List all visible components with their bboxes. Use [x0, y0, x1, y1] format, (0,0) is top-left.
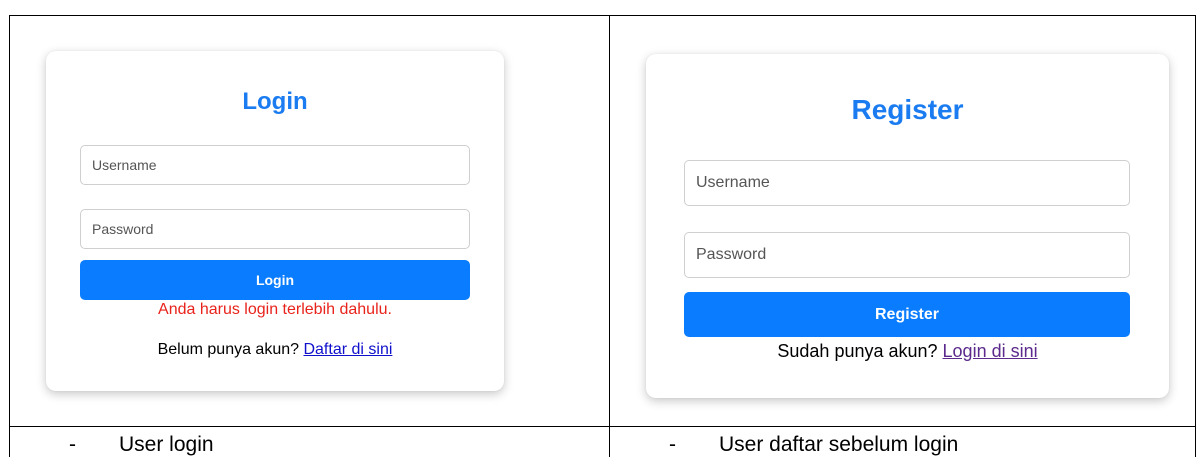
- login-password-input[interactable]: [80, 209, 470, 249]
- caption-left: - User login: [69, 433, 214, 457]
- table-border-left: [9, 15, 10, 457]
- login-title: Login: [242, 88, 308, 115]
- register-username-input[interactable]: [684, 160, 1130, 206]
- caption-left-text: User login: [119, 433, 214, 456]
- register-card: Register Register Sudah punya akun? Logi…: [646, 54, 1169, 398]
- register-title: Register: [851, 94, 964, 125]
- login-username-input[interactable]: [80, 145, 470, 185]
- login-link[interactable]: Login di sini: [943, 341, 1038, 361]
- login-register-prompt-text: Belum punya akun?: [157, 341, 304, 358]
- register-login-prompt-text: Sudah punya akun?: [777, 341, 943, 361]
- caption-right: - User daftar sebelum login: [669, 433, 958, 457]
- table-divider-middle: [609, 15, 610, 457]
- login-button[interactable]: Login: [80, 260, 470, 300]
- register-password-input[interactable]: [684, 232, 1130, 278]
- table-border-top: [9, 15, 1195, 16]
- login-error-message: Anda harus login terlebih dahulu.: [158, 301, 392, 318]
- caption-left-bullet: -: [69, 433, 76, 456]
- login-register-prompt: Belum punya akun? Daftar di sini: [46, 341, 504, 359]
- register-button[interactable]: Register: [684, 292, 1130, 337]
- caption-right-text: User daftar sebelum login: [719, 433, 959, 456]
- register-login-prompt: Sudah punya akun? Login di sini: [646, 341, 1169, 362]
- login-card: Login Login Anda harus login terlebih da…: [46, 51, 504, 391]
- table-border-right: [1195, 15, 1196, 457]
- register-link[interactable]: Daftar di sini: [303, 341, 392, 358]
- table-row-divider: [9, 426, 1196, 427]
- caption-right-bullet: -: [669, 433, 676, 456]
